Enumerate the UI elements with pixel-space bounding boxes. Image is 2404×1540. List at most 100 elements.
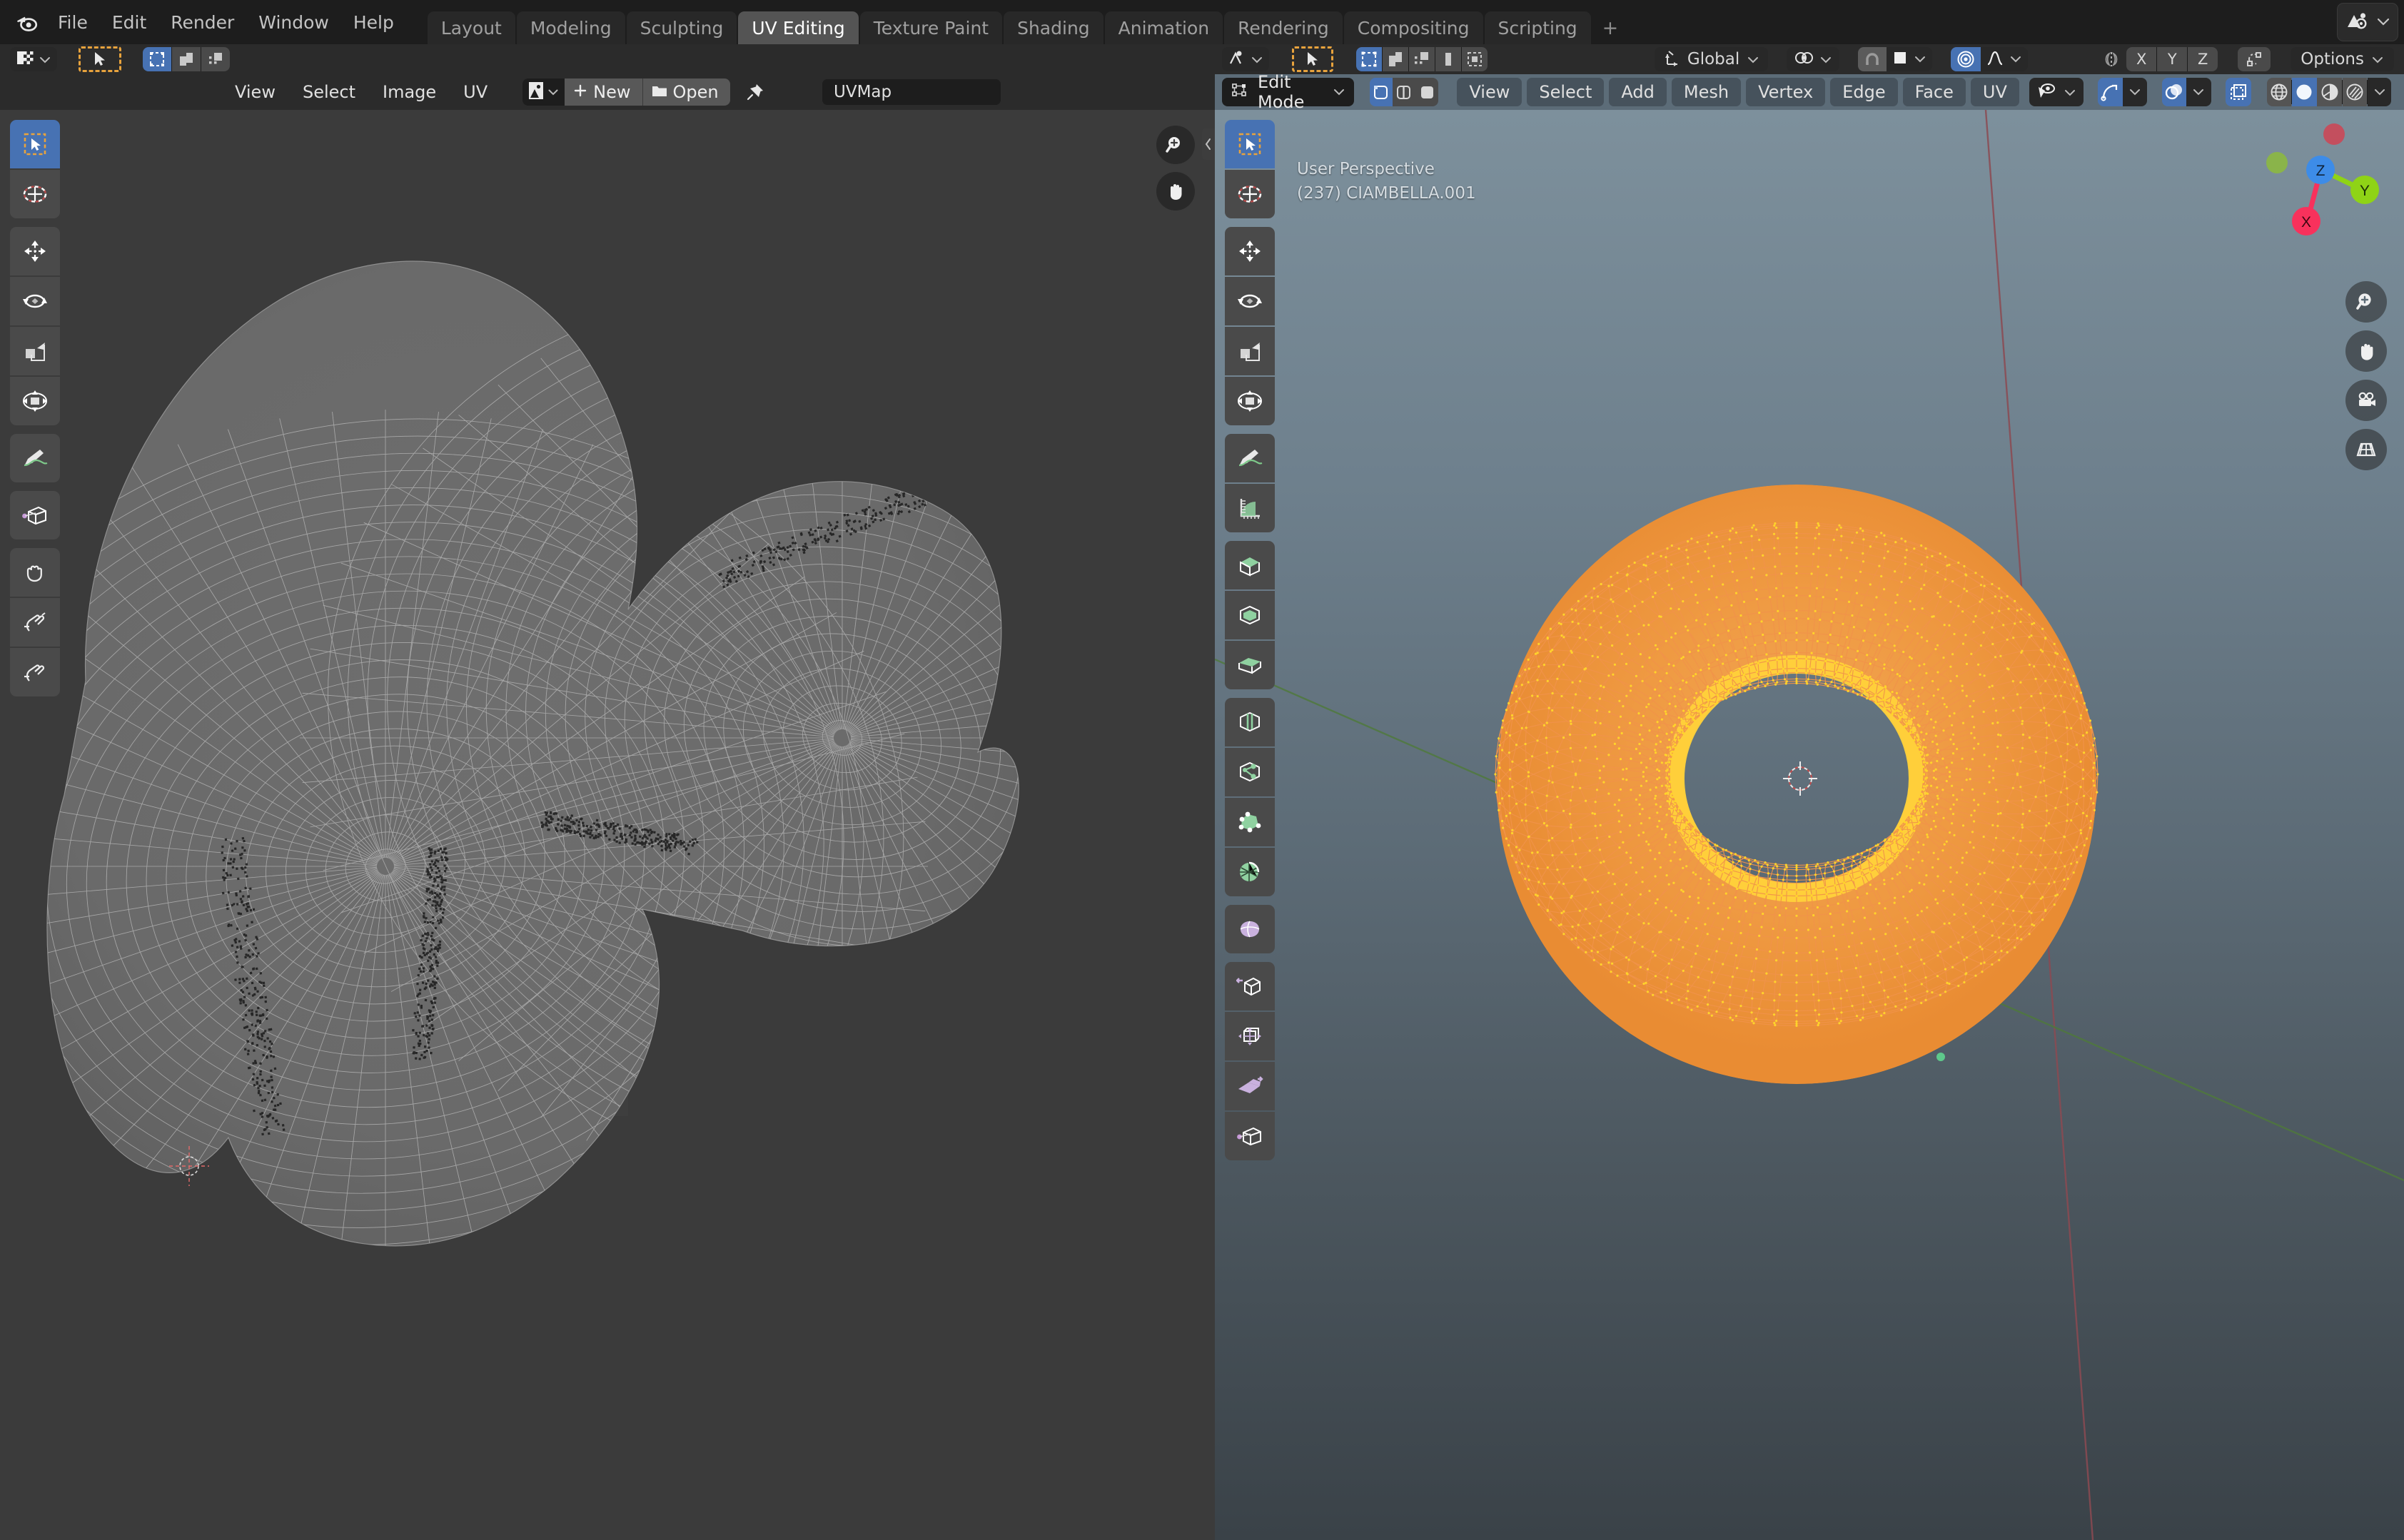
menu-help[interactable]: Help bbox=[341, 0, 406, 44]
uv-tool-grab[interactable] bbox=[10, 548, 60, 597]
xray-icon[interactable] bbox=[2226, 78, 2251, 106]
uv-tool-rip-region[interactable] bbox=[10, 491, 60, 539]
uv-tweak-tool-indicator[interactable] bbox=[79, 46, 121, 72]
chevron-down-icon[interactable] bbox=[1819, 51, 1832, 68]
workspace-tab-animation[interactable]: Animation bbox=[1105, 11, 1223, 44]
scene-selector[interactable] bbox=[2337, 3, 2398, 41]
uv-tool-scale[interactable] bbox=[10, 327, 60, 375]
menu-file[interactable]: File bbox=[46, 0, 100, 44]
v3d-tool-poly-build[interactable] bbox=[1225, 848, 1275, 896]
mirror-axis-y[interactable]: Y bbox=[2157, 47, 2187, 71]
v3d-tool-bevel[interactable] bbox=[1225, 698, 1275, 746]
workspace-tab-compositing[interactable]: Compositing bbox=[1344, 11, 1483, 44]
v3d-tool-tweak[interactable] bbox=[1225, 120, 1275, 168]
menu-render[interactable]: Render bbox=[158, 0, 246, 44]
transform-orientation-selector[interactable]: Global bbox=[1655, 47, 1768, 71]
gizmo-icon[interactable] bbox=[2098, 78, 2123, 106]
workspace-tab-texture-paint[interactable]: Texture Paint bbox=[860, 11, 1002, 44]
mesh-face-select-icon-2[interactable] bbox=[1415, 78, 1438, 106]
v3d-tool-spin[interactable] bbox=[1225, 905, 1275, 953]
uv-tool-relax[interactable] bbox=[10, 598, 60, 647]
v3d-tool-smooth[interactable] bbox=[1225, 962, 1275, 1010]
add-workspace-button[interactable]: + bbox=[1592, 11, 1629, 44]
topology-mirror-icon[interactable] bbox=[2238, 47, 2271, 71]
uv-tool-pinch[interactable] bbox=[10, 648, 60, 696]
uv-editor-type-selector[interactable] bbox=[10, 47, 57, 71]
v3d-tool-inset-faces[interactable] bbox=[1225, 641, 1275, 689]
mesh-select-extra-icon-2[interactable] bbox=[1462, 47, 1488, 71]
mesh-select-extra-icon-1[interactable] bbox=[1435, 47, 1461, 71]
v3d-tool-measure[interactable] bbox=[1225, 484, 1275, 532]
view3d-menu-face[interactable]: Face bbox=[1903, 78, 1966, 106]
rendered-shading-icon[interactable] bbox=[2343, 78, 2368, 106]
uvmap-name-field[interactable]: UVMap bbox=[822, 79, 1001, 105]
falloff-selector[interactable] bbox=[1981, 47, 2028, 71]
uv-canvas[interactable] bbox=[0, 110, 1215, 1540]
solid-shading-icon[interactable] bbox=[2292, 78, 2317, 106]
workspace-tab-modeling[interactable]: Modeling bbox=[517, 11, 625, 44]
mesh-face-select-icon[interactable] bbox=[1409, 47, 1435, 71]
v3d-tool-extrude-region[interactable] bbox=[1225, 591, 1275, 639]
uv-sidebar-collapse-button[interactable] bbox=[1202, 128, 1215, 160]
menu-edit[interactable]: Edit bbox=[100, 0, 158, 44]
view3d-menu-mesh[interactable]: Mesh bbox=[1672, 78, 1741, 106]
menu-window[interactable]: Window bbox=[246, 0, 341, 44]
options-button[interactable]: Options bbox=[2291, 47, 2394, 71]
workspace-tab-shading[interactable]: Shading bbox=[1004, 11, 1103, 44]
v3d-tool-move[interactable] bbox=[1225, 227, 1275, 275]
overlays-icon[interactable] bbox=[2162, 78, 2187, 106]
overlays-chevron-down-icon[interactable] bbox=[2186, 78, 2211, 106]
v3d-tool-add-cube[interactable] bbox=[1225, 541, 1275, 589]
mesh-edge-select-icon-2[interactable] bbox=[1393, 78, 1415, 106]
chevron-down-icon[interactable] bbox=[2009, 53, 2022, 66]
open-image-button[interactable]: Open bbox=[643, 78, 730, 106]
material-preview-shading-icon[interactable] bbox=[2317, 78, 2342, 106]
v3d-tool-annotate[interactable] bbox=[1225, 434, 1275, 482]
camera-view-icon[interactable] bbox=[2345, 380, 2387, 421]
v3d-tool-cursor[interactable] bbox=[1225, 170, 1275, 218]
v3d-tool-rotate[interactable] bbox=[1225, 277, 1275, 325]
v3d-tool-knife[interactable] bbox=[1225, 798, 1275, 846]
view3d-menu-select[interactable]: Select bbox=[1527, 78, 1604, 106]
workspace-tab-uv-editing[interactable]: UV Editing bbox=[738, 11, 858, 44]
mesh-vertex-select-icon-2[interactable] bbox=[1370, 78, 1392, 106]
uv-menu-uv[interactable]: UV bbox=[451, 78, 500, 106]
uv-pan-hand-icon[interactable] bbox=[1156, 172, 1195, 211]
v3d-tool-shrink-fatten[interactable] bbox=[1225, 1062, 1275, 1110]
uv-menu-select[interactable]: Select bbox=[291, 78, 368, 106]
chevron-down-icon[interactable] bbox=[39, 51, 51, 68]
workspace-tab-rendering[interactable]: Rendering bbox=[1224, 11, 1343, 44]
proportional-editing-icon[interactable] bbox=[1951, 47, 1981, 71]
view3d-viewport[interactable]: User Perspective (237) CIAMBELLA.001 Z Y… bbox=[1215, 110, 2404, 1540]
chevron-down-icon[interactable] bbox=[1251, 51, 1263, 68]
visibility-selector[interactable] bbox=[2029, 78, 2084, 106]
blender-logo-icon[interactable] bbox=[9, 0, 46, 44]
zoom-in-icon[interactable] bbox=[2345, 281, 2387, 323]
v3d-tool-transform[interactable] bbox=[1225, 377, 1275, 425]
snap-target-selector[interactable] bbox=[1887, 47, 1932, 71]
gizmo-chevron-down-icon[interactable] bbox=[2123, 78, 2148, 106]
view3d-editor-type-selector[interactable] bbox=[1222, 47, 1269, 71]
uv-menu-view[interactable]: View bbox=[223, 78, 288, 106]
mirror-axis-z[interactable]: Z bbox=[2188, 47, 2218, 71]
uv-tool-annotate[interactable] bbox=[10, 434, 60, 482]
mode-selector[interactable]: Edit Mode bbox=[1222, 78, 1354, 106]
view3d-menu-vertex[interactable]: Vertex bbox=[1746, 78, 1825, 106]
workspace-tab-layout[interactable]: Layout bbox=[428, 11, 515, 44]
navigation-gizmo[interactable]: Z Y X bbox=[2226, 120, 2383, 263]
workspace-tab-scripting[interactable]: Scripting bbox=[1485, 11, 1591, 44]
mesh-edge-select-icon[interactable] bbox=[1383, 47, 1408, 71]
new-image-button[interactable]: New bbox=[565, 78, 642, 106]
v3d-tool-scale[interactable] bbox=[1225, 327, 1275, 375]
pin-icon[interactable] bbox=[746, 83, 764, 101]
uv-vertex-select-icon[interactable] bbox=[143, 47, 171, 71]
chevron-down-icon[interactable] bbox=[1914, 53, 1926, 66]
workspace-tab-sculpting[interactable]: Sculpting bbox=[627, 11, 737, 44]
chevron-down-icon[interactable] bbox=[1747, 51, 1759, 68]
chevron-down-icon[interactable] bbox=[2371, 51, 2384, 68]
image-browse-button[interactable] bbox=[522, 78, 565, 106]
uv-tool-rotate[interactable] bbox=[10, 277, 60, 325]
uv-menu-image[interactable]: Image bbox=[370, 78, 448, 106]
wireframe-shading-icon[interactable] bbox=[2267, 78, 2292, 106]
chevron-down-icon[interactable] bbox=[547, 86, 559, 99]
